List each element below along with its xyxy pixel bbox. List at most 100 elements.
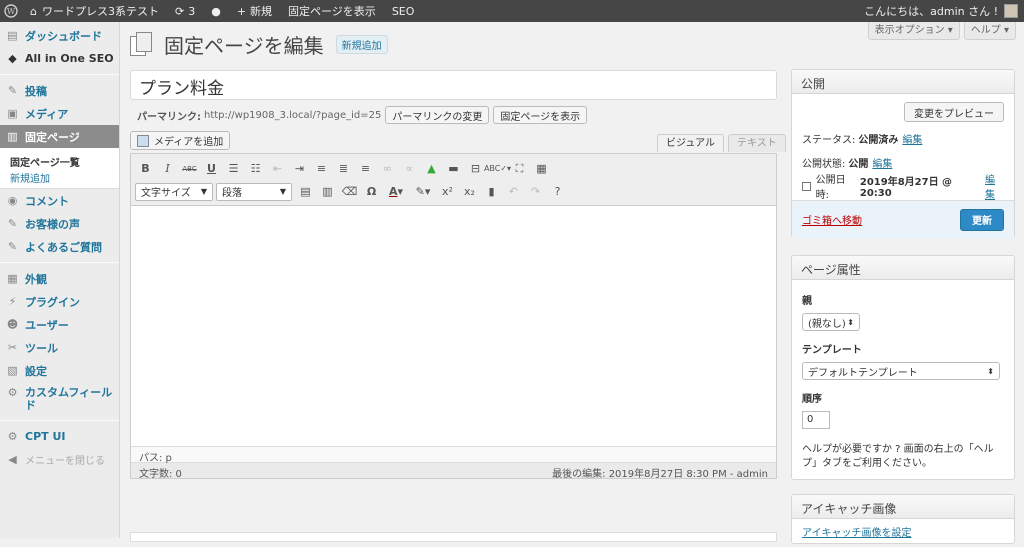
bold-icon[interactable]: B	[135, 159, 156, 179]
sidebar-item-faq[interactable]: ✎ よくあるご質問	[0, 235, 119, 258]
sidebar-item-testimonials[interactable]: ✎ お客様の声	[0, 212, 119, 235]
text-color-icon[interactable]: A ▾	[383, 182, 409, 202]
account-menu[interactable]: こんにちは、admin さん !	[856, 0, 1024, 22]
collapse-arrow-icon: ◀	[8, 453, 17, 466]
superscript-icon[interactable]: x²	[437, 182, 458, 202]
align-left-icon[interactable]: ≡	[311, 159, 332, 179]
editor-toolbar: B I ABC U ☰ ☷ ⇤ ⇥ ≡ ≣ ≡ ∞ ∝ ▲ ▬ ⊟ ABC✓▾ …	[131, 154, 776, 206]
sidebar-item-dashboard[interactable]: ▤ ダッシュボード	[0, 24, 119, 47]
permalink-url[interactable]: http://wp1908_3.local/?page_id=25	[204, 110, 381, 121]
admin-sidebar: ▤ ダッシュボード ◆ All in One SEO ✎ 投稿 ▣ メディア ▥ 固定ペー…	[0, 22, 120, 538]
sidebar-item-appearance[interactable]: ▦ 外観	[0, 267, 119, 290]
paste-text-icon[interactable]: ▤	[295, 182, 316, 202]
tab-text[interactable]: テキスト	[728, 134, 786, 152]
screen-options-tab[interactable]: 表示オプション ▾	[867, 22, 960, 40]
more-tag-icon[interactable]: ▬	[443, 159, 464, 179]
redo-icon[interactable]: ↷	[525, 182, 546, 202]
sidebar-item-users[interactable]: ☻ ユーザー	[0, 313, 119, 336]
kitchen-sink-icon[interactable]: ▦	[531, 159, 552, 179]
publish-box-title: 公開	[792, 70, 1014, 94]
indent-icon[interactable]: ⇥	[289, 159, 310, 179]
unlink-icon[interactable]: ∝	[399, 159, 420, 179]
move-to-trash-link[interactable]: ゴミ箱へ移動	[802, 212, 862, 227]
view-page-link[interactable]: 固定ページを表示	[280, 0, 384, 22]
sidebar-item-media[interactable]: ▣ メディア	[0, 102, 119, 125]
editor-content-area[interactable]	[131, 206, 776, 446]
last-edit-info: 最後の編集: 2019年8月27日 8:30 PM - admin	[552, 469, 768, 480]
pin-icon: ✎	[7, 84, 18, 97]
bullet-list-icon[interactable]: ☰	[223, 159, 244, 179]
view-page-button[interactable]: 固定ページを表示	[493, 106, 588, 124]
sidebar-item-plugins[interactable]: ⚡ プラグイン	[0, 290, 119, 313]
spellcheck-icon[interactable]: ABC✓▾	[484, 159, 511, 179]
sidebar-item-posts[interactable]: ✎ 投稿	[0, 79, 119, 102]
editor-path: パス: p	[131, 446, 776, 464]
publish-date-row: 公開日時: 2019年8月27日 @ 20:30 編集	[802, 171, 1004, 201]
align-right-icon[interactable]: ≡	[355, 159, 376, 179]
updates-link[interactable]: ⟳ 3	[167, 0, 203, 22]
highlight-color-icon[interactable]: ✎▾	[410, 182, 436, 202]
home-icon: ⌂	[30, 4, 37, 18]
pages-icon: ▥	[7, 130, 18, 143]
media-embed-icon[interactable]: ▮	[481, 182, 502, 202]
parent-label: 親	[802, 296, 812, 307]
sidebar-item-pages[interactable]: ▥ 固定ページ	[0, 125, 119, 148]
wordpress-logo-icon[interactable]: W	[0, 0, 22, 22]
sidebar-item-settings[interactable]: ▧ 設定	[0, 359, 119, 382]
edit-status-link[interactable]: 編集	[902, 131, 922, 146]
undo-icon[interactable]: ↶	[503, 182, 524, 202]
font-size-select[interactable]: 文字サイズ ▼	[135, 182, 213, 201]
comments-link[interactable]: ●	[203, 0, 229, 22]
underline-icon[interactable]: U	[201, 159, 222, 179]
edit-visibility-link[interactable]: 編集	[872, 155, 892, 170]
paste-word-icon[interactable]: ▥	[317, 182, 338, 202]
permalink-row: パーマリンク: http://wp1908_3.local/?page_id=2…	[137, 106, 588, 124]
sidebar-item-aioseo[interactable]: ◆ All in One SEO	[0, 47, 119, 70]
media-icon	[137, 134, 149, 147]
image-icon[interactable]: ▲	[421, 159, 442, 179]
change-permalink-button[interactable]: パーマリンクの変更	[385, 106, 490, 124]
sidebar-item-custom-fields[interactable]: ⚙ カスタムフィールド	[0, 382, 119, 416]
subscript-icon[interactable]: x₂	[459, 182, 480, 202]
collapse-menu-button[interactable]: ◀ メニューを閉じる	[0, 448, 119, 471]
set-featured-image-link[interactable]: アイキャッチ画像を設定	[802, 528, 912, 539]
parent-select[interactable]: (親なし) ⬍	[802, 313, 860, 331]
tab-visual[interactable]: ビジュアル	[657, 134, 724, 152]
paragraph-format-select[interactable]: 段落 ▼	[216, 182, 292, 201]
submenu-all-pages[interactable]: 固定ページ一覧	[0, 152, 119, 169]
page-break-icon[interactable]: ⊟	[465, 159, 486, 179]
help-icon[interactable]: ?	[547, 182, 568, 202]
update-button[interactable]: 更新	[960, 208, 1004, 231]
strikethrough-icon[interactable]: ABC	[179, 159, 200, 179]
help-tab[interactable]: ヘルプ ▾	[963, 22, 1016, 40]
special-character-icon[interactable]: Ω	[361, 182, 382, 202]
new-content-link[interactable]: + 新規	[229, 0, 280, 22]
seo-link[interactable]: SEO	[384, 0, 423, 22]
eraser-icon[interactable]: ⌫	[339, 182, 360, 202]
preview-changes-button[interactable]: 変更をプレビュー	[904, 102, 1004, 122]
template-label: テンプレート	[802, 345, 862, 356]
settings-icon: ▧	[7, 364, 18, 377]
submenu-add-new[interactable]: 新規追加	[0, 168, 119, 185]
outdent-icon[interactable]: ⇤	[267, 159, 288, 179]
word-count: 文字数: 0	[139, 469, 182, 480]
sidebar-item-cpt-ui[interactable]: ⚙ CPT UI	[0, 425, 119, 448]
add-media-button[interactable]: メディアを追加	[130, 131, 231, 150]
sidebar-item-tools[interactable]: ✂ ツール	[0, 336, 119, 359]
featured-image-title: アイキャッチ画像	[792, 495, 1014, 519]
order-label: 順序	[802, 394, 822, 405]
post-title-input[interactable]: プラン料金	[130, 70, 777, 100]
page-attributes-title: ページ属性	[792, 256, 1014, 280]
align-center-icon[interactable]: ≣	[333, 159, 354, 179]
numbered-list-icon[interactable]: ☷	[245, 159, 266, 179]
speech-bubble-icon: ●	[211, 4, 221, 18]
order-input[interactable]: 0	[802, 411, 830, 429]
add-new-button[interactable]: 新規追加	[335, 35, 388, 54]
link-icon[interactable]: ∞	[377, 159, 398, 179]
site-name-link[interactable]: ⌂ ワードプレス3系テスト	[22, 0, 167, 22]
edit-date-link[interactable]: 編集	[985, 171, 1004, 201]
fullscreen-icon[interactable]: ⛶	[509, 159, 530, 179]
italic-icon[interactable]: I	[157, 159, 178, 179]
sidebar-item-comments[interactable]: ◉ コメント	[0, 189, 119, 212]
template-select[interactable]: デフォルトテンプレート ⬍	[802, 362, 1000, 380]
